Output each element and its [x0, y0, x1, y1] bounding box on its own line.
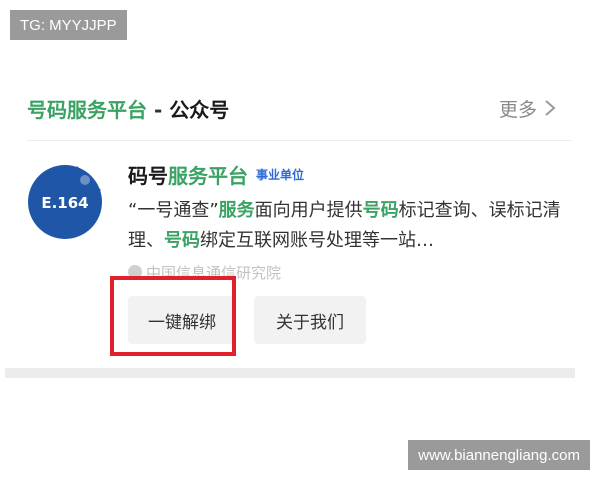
account-name-plain: 码号 [128, 163, 168, 188]
about-us-button[interactable]: 关于我们 [254, 296, 366, 344]
section-divider [27, 140, 572, 141]
more-label: 更多 [498, 98, 537, 121]
description-highlight: 号码 [164, 230, 200, 251]
description-highlight: 号码 [362, 200, 399, 221]
one-click-unbind-button[interactable]: 一键解绑 [128, 296, 236, 344]
more-link[interactable]: 更多 [499, 95, 557, 122]
account-type-badge: 事业单位 [256, 167, 305, 182]
description-highlight: 服务 [218, 200, 255, 221]
section-title-brand: 号码服务平台 [27, 97, 147, 122]
description-text: “一号通查” [128, 200, 219, 221]
bottom-separator-bar [5, 368, 575, 378]
watermark-top-left: TG: MYYJJPP [10, 10, 127, 40]
account-name[interactable]: 码号 服务平台 事业单位 [128, 160, 304, 188]
watermark-bottom-right: www.biannengliang.com [408, 440, 590, 470]
description-text: 面向用户提供 [254, 200, 363, 221]
organization-icon [128, 265, 142, 279]
section-header: 号码服务平台 - 公众号 更多 [27, 90, 557, 126]
description-text: 绑定互联网账号处理等一站… [200, 230, 434, 251]
chevron-right-icon [545, 100, 556, 116]
section-title: 号码服务平台 - 公众号 [27, 94, 229, 123]
account-name-highlight: 服务平台 [168, 163, 248, 188]
logo-text: E.164 [41, 194, 88, 212]
account-description: “一号通查”服务面向用户提供号码标记查询、误标记清理、号码绑定互联网账号处理等一… [128, 196, 568, 256]
organization-label: 中国信息通信研究院 [128, 262, 281, 282]
organization-name: 中国信息通信研究院 [146, 263, 282, 282]
section-title-separator: - [147, 97, 170, 122]
section-title-suffix: 公众号 [169, 97, 230, 122]
account-logo-icon[interactable]: E.164 [25, 160, 105, 240]
